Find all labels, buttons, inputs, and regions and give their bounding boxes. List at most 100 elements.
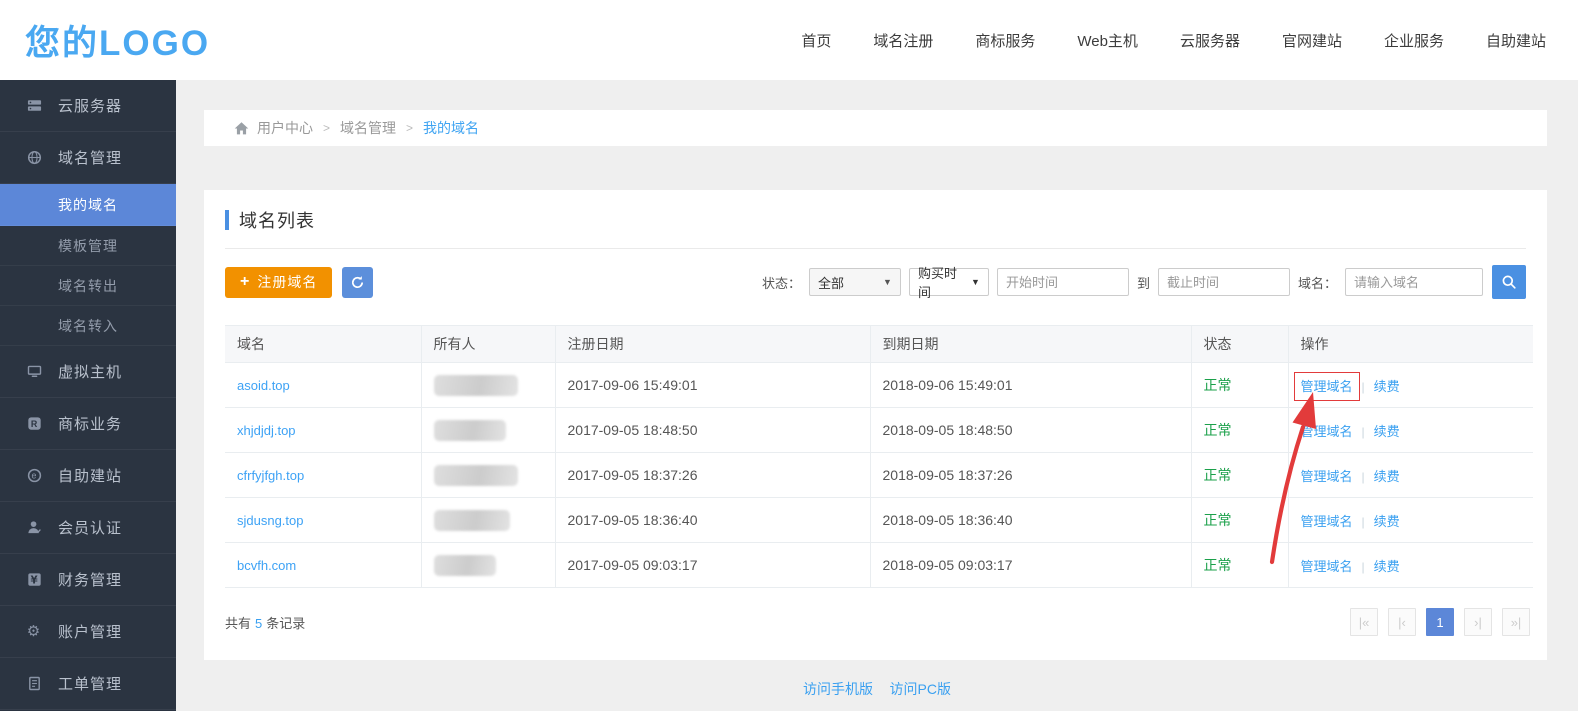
renew-link[interactable]: 续费 (1374, 559, 1400, 574)
time-type-select[interactable]: 购买时间 ▼ (909, 268, 989, 296)
svg-text:R: R (30, 419, 37, 429)
mobile-version-link[interactable]: 访问手机版 (803, 681, 873, 697)
sidebar-subitem-domain-transfer-out[interactable]: 域名转出 (0, 266, 176, 306)
trademark-icon: R (26, 416, 42, 432)
nav-item-web-hosting[interactable]: Web主机 (1077, 30, 1138, 51)
col-header-register-date: 注册日期 (555, 326, 870, 363)
pc-version-link[interactable]: 访问PC版 (890, 681, 951, 697)
status-badge: 正常 (1204, 557, 1232, 573)
table-row: bcvfh.com 2017-09-05 09:03:17 2018-09-05… (225, 543, 1533, 588)
sidebar-subitem-template-management[interactable]: 模板管理 (0, 226, 176, 266)
register-date: 2017-09-05 09:03:17 (555, 543, 870, 588)
sidebar-subitem-my-domains[interactable]: 我的域名 (0, 184, 176, 226)
register-date: 2017-09-05 18:36:40 (555, 498, 870, 543)
sidebar-item-member-certification[interactable]: 会员认证 (0, 502, 176, 554)
nav-item-domain-register[interactable]: 域名注册 (873, 30, 933, 51)
toolbar: + 注册域名 状态： 全部 ▼ 购买时间 ▼ (225, 265, 1526, 299)
sidebar-item-self-site[interactable]: e 自助建站 (0, 450, 176, 502)
page-title: 域名列表 (239, 207, 315, 233)
status-badge: 正常 (1204, 377, 1232, 393)
page-footer: 访问手机版 访问PC版 (176, 679, 1578, 699)
pagination-first-button[interactable]: |« (1350, 608, 1378, 636)
domain-list-card: 域名列表 + 注册域名 状态： 全部 ▼ (204, 190, 1547, 660)
action-separator: | (1362, 515, 1365, 529)
breadcrumb-separator: > (323, 121, 330, 135)
manage-domain-link[interactable]: 管理域名 (1301, 424, 1353, 439)
svg-text:e: e (31, 471, 37, 481)
start-time-input[interactable] (997, 268, 1129, 296)
status-filter-label: 状态： (762, 273, 801, 292)
register-date: 2017-09-06 15:49:01 (555, 363, 870, 408)
plus-icon: + (240, 273, 250, 291)
register-date: 2017-09-05 18:37:26 (555, 453, 870, 498)
action-separator: | (1362, 560, 1365, 574)
register-domain-button[interactable]: + 注册域名 (225, 267, 332, 298)
refresh-icon (350, 275, 365, 290)
owner-redacted (434, 420, 506, 441)
end-time-input[interactable] (1158, 268, 1290, 296)
nav-item-trademark-service[interactable]: 商标服务 (975, 30, 1035, 51)
nav-item-official-site[interactable]: 官网建站 (1282, 30, 1342, 51)
workorder-icon (26, 676, 42, 692)
manage-domain-link[interactable]: 管理域名 (1301, 559, 1353, 574)
nav-item-enterprise-service[interactable]: 企业服务 (1384, 30, 1444, 51)
col-header-domain: 域名 (225, 326, 421, 363)
breadcrumb: 用户中心 > 域名管理 > 我的域名 (204, 110, 1547, 146)
pagination-next-button[interactable]: ›| (1464, 608, 1492, 636)
renew-link[interactable]: 续费 (1374, 379, 1400, 394)
top-header: 您的LOGO 首页 域名注册 商标服务 Web主机 云服务器 官网建站 企业服务… (0, 0, 1578, 80)
breadcrumb-domain-management[interactable]: 域名管理 (340, 118, 396, 138)
domain-link[interactable]: xhjdjdj.top (237, 423, 296, 438)
domain-link[interactable]: asoid.top (237, 378, 290, 393)
table-row: asoid.top 2017-09-06 15:49:01 2018-09-06… (225, 363, 1533, 408)
nav-item-cloud-server[interactable]: 云服务器 (1180, 30, 1240, 51)
domain-globe-icon (26, 150, 42, 166)
sidebar-item-label: 虚拟主机 (58, 361, 122, 382)
sidebar-item-workorder-management[interactable]: 工单管理 (0, 658, 176, 710)
sidebar-item-account-management[interactable]: ⚙ 账户管理 (0, 606, 176, 658)
renew-link[interactable]: 续费 (1374, 514, 1400, 529)
breadcrumb-user-center[interactable]: 用户中心 (257, 118, 313, 138)
table-row: sjdusng.top 2017-09-05 18:36:40 2018-09-… (225, 498, 1533, 543)
top-nav: 首页 域名注册 商标服务 Web主机 云服务器 官网建站 企业服务 自助建站 (801, 30, 1546, 51)
status-select[interactable]: 全部 ▼ (809, 268, 901, 296)
col-header-owner: 所有人 (421, 326, 555, 363)
to-label: 到 (1137, 273, 1150, 292)
expire-date: 2018-09-05 18:37:26 (870, 453, 1191, 498)
table-row: xhjdjdj.top 2017-09-05 18:48:50 2018-09-… (225, 408, 1533, 453)
renew-link[interactable]: 续费 (1374, 424, 1400, 439)
search-button[interactable] (1492, 265, 1526, 299)
sidebar-item-finance-management[interactable]: ¥ 财务管理 (0, 554, 176, 606)
sidebar-item-cloud-server[interactable]: 云服务器 (0, 80, 176, 132)
cloud-server-icon (26, 98, 42, 114)
domain-link[interactable]: cfrfyjfgh.top (237, 468, 304, 483)
pagination: |« |‹ 1 ›| »| (1350, 608, 1530, 636)
manage-domain-link[interactable]: 管理域名 (1301, 469, 1353, 484)
domain-search-input[interactable] (1345, 268, 1483, 296)
sidebar: 云服务器 域名管理 我的域名 模板管理 域名转出 域名转入 虚拟主机 R 商标业… (0, 80, 176, 711)
manage-domain-link[interactable]: 管理域名 (1301, 379, 1353, 394)
sidebar-item-virtual-host[interactable]: 虚拟主机 (0, 346, 176, 398)
record-count-number: 5 (255, 616, 262, 631)
col-header-expire-date: 到期日期 (870, 326, 1191, 363)
pagination-last-button[interactable]: »| (1502, 608, 1530, 636)
action-separator: | (1362, 425, 1365, 439)
pagination-prev-button[interactable]: |‹ (1388, 608, 1416, 636)
breadcrumb-my-domains[interactable]: 我的域名 (423, 118, 479, 138)
sidebar-item-label: 工单管理 (58, 673, 122, 694)
table-footer: 共有5条记录 |« |‹ 1 ›| »| (225, 608, 1530, 636)
refresh-button[interactable] (342, 267, 373, 298)
domain-link[interactable]: bcvfh.com (237, 558, 296, 573)
sidebar-item-trademark-business[interactable]: R 商标业务 (0, 398, 176, 450)
nav-item-home[interactable]: 首页 (801, 30, 831, 51)
renew-link[interactable]: 续费 (1374, 469, 1400, 484)
manage-domain-link[interactable]: 管理域名 (1301, 514, 1353, 529)
sidebar-subitem-domain-transfer-in[interactable]: 域名转入 (0, 306, 176, 346)
sidebar-item-label: 财务管理 (58, 569, 122, 590)
search-icon (1501, 274, 1517, 290)
nav-item-self-site[interactable]: 自助建站 (1486, 30, 1546, 51)
pagination-page-1-button[interactable]: 1 (1426, 608, 1454, 636)
owner-redacted (434, 465, 518, 486)
sidebar-item-domain-management[interactable]: 域名管理 (0, 132, 176, 184)
domain-link[interactable]: sjdusng.top (237, 513, 304, 528)
